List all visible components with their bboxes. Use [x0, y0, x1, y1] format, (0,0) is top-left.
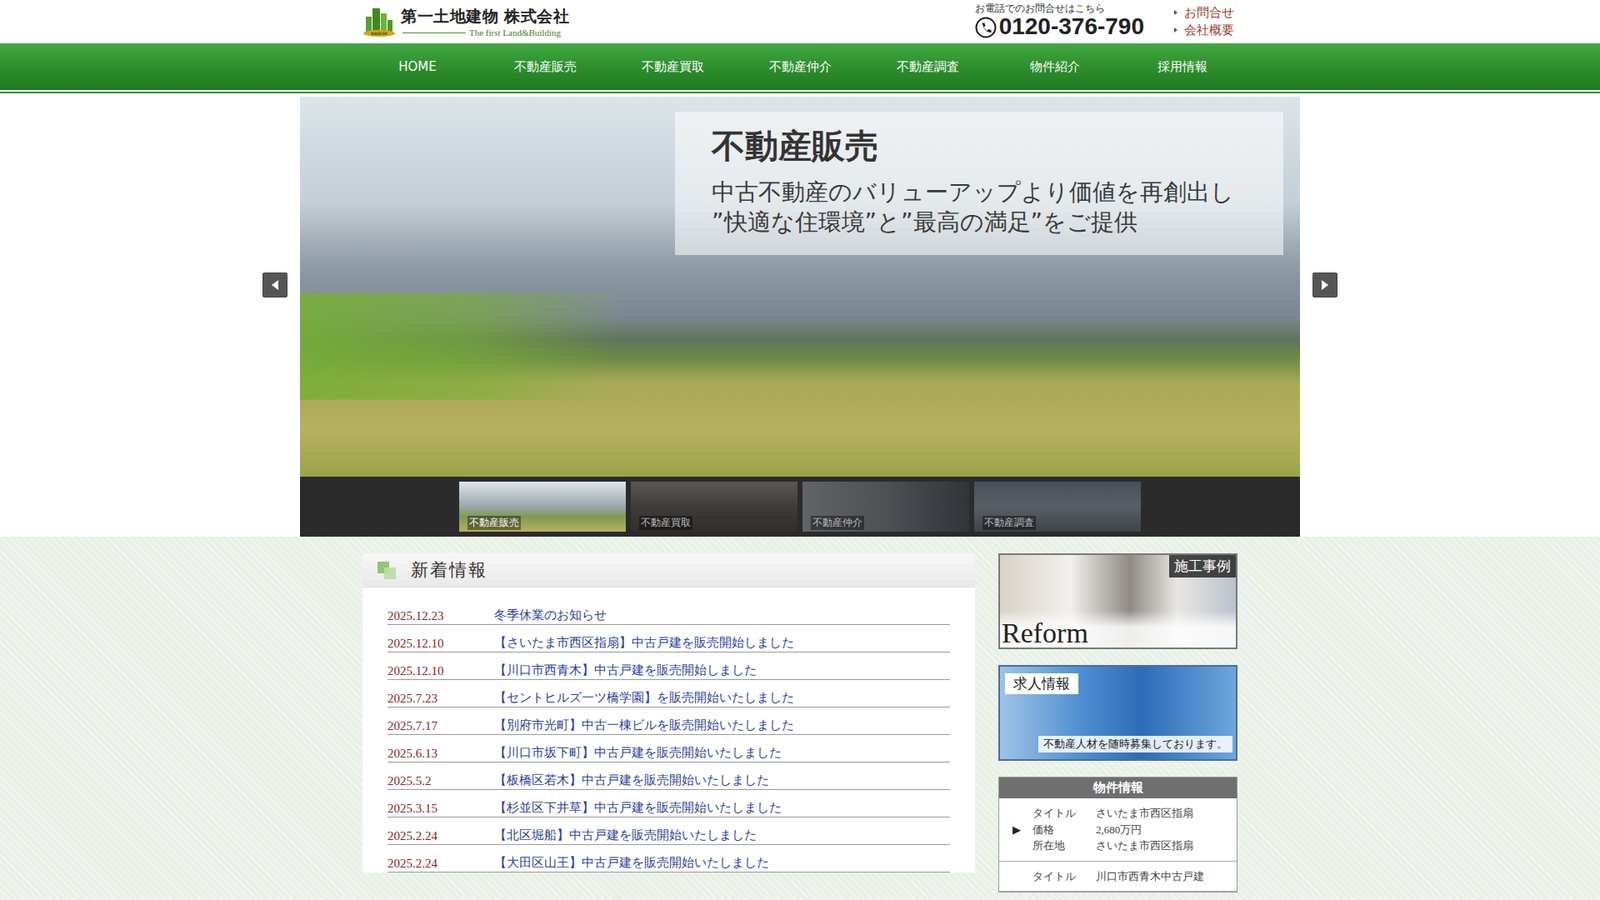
news-row[interactable]: 2025.12.10【さいたま市西区指扇】中古戸建を販売開始しました: [387, 625, 950, 653]
phone-icon: [975, 16, 997, 39]
property-item[interactable]: ▶タイトルさいたま市西区指扇価格2,680万円所在地さいたま市西区指扇: [999, 798, 1237, 862]
news-link[interactable]: 【大田区山王】中古戸建を販売開始いたしました: [494, 855, 770, 871]
header-link[interactable]: 会社概要: [1174, 21, 1235, 40]
slide-thumbnail[interactable]: 不動産仲介: [802, 481, 970, 532]
reform-banner[interactable]: 施工事例 Reform: [998, 553, 1238, 650]
news-title: 新着情報: [410, 558, 488, 582]
news-date: 2025.3.15: [387, 801, 495, 816]
recruit-text: 不動産人材を随時募集しております。: [1038, 735, 1233, 753]
news-link[interactable]: 【川口市坂下町】中古戸建を販売開始いたしました: [494, 745, 782, 761]
property-box: 物件情報▶タイトルさいたま市西区指扇価格2,680万円所在地さいたま市西区指扇タ…: [998, 776, 1238, 893]
news-link[interactable]: 【さいたま市西区指扇】中古戸建を販売開始しました: [494, 635, 795, 651]
thumbnail-label: 不動産販売: [467, 515, 521, 530]
property-field: タイトル川口市西青木中古戸建: [1032, 868, 1205, 885]
property-field: 所在地さいたま市西区指扇: [1032, 837, 1194, 855]
squares-icon: [377, 560, 398, 580]
arrow-left-icon: [270, 280, 280, 290]
news-date: 2025.7.23: [387, 691, 495, 706]
news-row[interactable]: 2025.7.17【別府市光町】中古一棟ビルを販売開始いたしました: [387, 707, 950, 735]
nav-item[interactable]: 採用情報: [1119, 59, 1247, 75]
news-link[interactable]: 冬季休業のお知らせ: [494, 607, 607, 624]
property-field: タイトルさいたま市西区指扇: [1032, 805, 1194, 822]
slide-thumbnail[interactable]: 不動産調査: [974, 481, 1141, 532]
news-row[interactable]: 2025.7.23【セントヒルズ一ツ橋学園】を販売開始いたしました: [387, 680, 950, 708]
prev-button[interactable]: [262, 272, 288, 298]
reform-label: 施工事例: [1169, 555, 1236, 578]
thumbnail-label: 不動産買取: [639, 515, 693, 530]
news-date: 2025.7.17: [387, 719, 495, 734]
news-date: 2025.5.2: [387, 774, 495, 789]
property-field: 価格2,680万円: [1032, 821, 1194, 839]
phone-caption: お電話でのお問合せはこちら: [975, 3, 1145, 15]
news-row[interactable]: 2025.12.10【川口市西青木】中古戸建を販売開始しました: [387, 652, 950, 680]
slide-thumbnail[interactable]: 不動産販売: [459, 481, 626, 532]
sidebar: 施工事例Reform求人情報不動産人材を随時募集しております。物件情報▶タイトル…: [998, 553, 1238, 893]
recruit-banner[interactable]: 求人情報不動産人材を随時募集しております。: [998, 665, 1238, 761]
header-link[interactable]: お問合せ: [1174, 4, 1235, 22]
news-date: 2025.6.13: [387, 746, 495, 761]
tagline: The first Land&Building: [469, 27, 561, 38]
news-row[interactable]: 2025.5.2【板橋区若木】中古戸建を販売開始いたしました: [387, 762, 950, 790]
svg-text:DAIICHI: DAIICHI: [370, 31, 388, 36]
news-list: 2025.12.23冬季休業のお知らせ2025.12.10【さいたま市西区指扇】…: [362, 587, 975, 873]
next-button[interactable]: [1312, 272, 1338, 298]
thumbnail-label: 不動産調査: [982, 515, 1036, 530]
news-link[interactable]: 【北区堀船】中古戸建を販売開始いたしました: [494, 827, 757, 844]
phone-contact[interactable]: お電話でのお問合せはこちら0120-376-790: [975, 3, 1145, 40]
news-date: 2025.2.24: [387, 829, 495, 844]
slide-text: ”快適な住環境”と”最高の満足”をご提供: [711, 207, 1284, 238]
nav-item[interactable]: 不動産仲介: [736, 59, 865, 75]
company-name: 第一土地建物 株式会社: [400, 5, 570, 28]
news-row[interactable]: 2025.2.24【大田区山王】中古戸建を販売開始いたしました: [387, 845, 950, 873]
property-title: 物件情報: [999, 777, 1237, 799]
arrow-right-icon: [1320, 280, 1330, 290]
nav-item[interactable]: 物件紹介: [991, 59, 1120, 75]
news-link[interactable]: 【杉並区下井草】中古戸建を販売開始いたしました: [494, 800, 782, 816]
thumbnail-label: 不動産仲介: [810, 515, 865, 530]
thumbnail-strip: 不動産販売 不動産買取 不動産仲介 不動産調査: [300, 476, 1300, 537]
news-link[interactable]: 【別府市光町】中古一棟ビルを販売開始いたしました: [494, 717, 795, 734]
slider: 不動産販売中古不動産のバリューアップより価値を再創出し”快適な住環境”と”最高の…: [0, 93, 1600, 537]
slide-photo: 不動産販売中古不動産のバリューアップより価値を再創出し”快適な住環境”と”最高の…: [300, 96, 1300, 477]
property-marker: ▶: [1012, 823, 1033, 836]
news-link[interactable]: 【板橋区若木】中古戸建を販売開始いたしました: [494, 772, 770, 789]
main-content: 新着情報2025.12.23冬季休業のお知らせ2025.12.10【さいたま市西…: [0, 536, 1600, 900]
bullet-icon: [1174, 10, 1178, 15]
news-date: 2025.12.10: [387, 664, 495, 679]
header-links: お問合せ会社概要: [1174, 4, 1238, 40]
slide-thumbnail[interactable]: 不動産買取: [630, 481, 798, 532]
bullet-icon: [1174, 27, 1178, 33]
slide-caption: 不動産販売中古不動産のバリューアップより価値を再創出し”快適な住環境”と”最高の…: [675, 111, 1284, 255]
logo[interactable]: DAIICHI 第一土地建物 株式会社The first Land&Buildin…: [362, 5, 570, 39]
news-row[interactable]: 2025.3.15【杉並区下井草】中古戸建を販売開始いたしました: [387, 790, 950, 818]
header: DAIICHI 第一土地建物 株式会社The first Land&Buildin…: [0, 0, 1600, 44]
main-nav: HOME不動産販売不動産買取不動産仲介不動産調査物件紹介採用情報: [0, 43, 1600, 90]
page: DAIICHI 第一土地建物 株式会社The first Land&Buildin…: [0, 0, 1600, 900]
slide-title: 不動産販売: [711, 123, 1284, 170]
nav-item[interactable]: 不動産販売: [481, 59, 610, 75]
news-link[interactable]: 【セントヒルズ一ツ橋学園】を販売開始いたしました: [494, 690, 795, 706]
slide-text: 中古不動産のバリューアップより価値を再創出し: [711, 177, 1284, 208]
news-row[interactable]: 2025.2.24【北区堀船】中古戸建を販売開始いたしました: [387, 817, 950, 845]
buildings-logo-icon: DAIICHI: [362, 5, 396, 39]
news-panel: 新着情報2025.12.23冬季休業のお知らせ2025.12.10【さいたま市西…: [362, 553, 975, 873]
news-date: 2025.12.23: [387, 609, 495, 624]
news-date: 2025.12.10: [387, 636, 495, 651]
news-date: 2025.2.24: [387, 856, 495, 871]
recruit-label: 求人情報: [1005, 673, 1079, 695]
news-row[interactable]: 2025.6.13【川口市坂下町】中古戸建を販売開始いたしました: [387, 735, 950, 763]
phone-number: 0120-376-790: [999, 14, 1145, 40]
nav-item[interactable]: HOME: [354, 59, 482, 75]
news-link[interactable]: 【川口市西青木】中古戸建を販売開始しました: [494, 662, 757, 679]
news-row[interactable]: 2025.12.23冬季休業のお知らせ: [387, 597, 950, 625]
property-item[interactable]: タイトル川口市西青木中古戸建: [999, 861, 1237, 893]
reform-word: Reform: [1001, 617, 1089, 650]
nav-item[interactable]: 不動産買取: [609, 59, 737, 75]
nav-item[interactable]: 不動産調査: [864, 59, 992, 75]
